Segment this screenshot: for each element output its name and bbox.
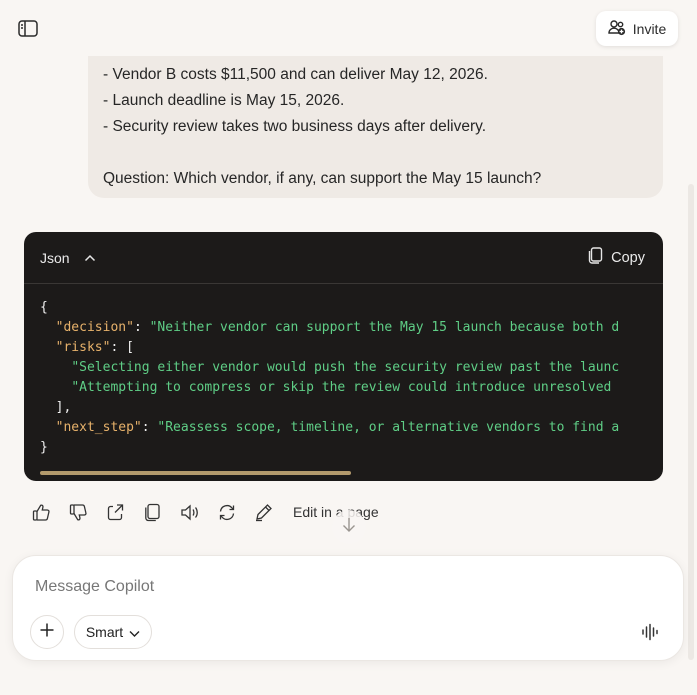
add-person-icon bbox=[608, 19, 626, 39]
code-line: "decision": "Neither vendor can support … bbox=[55, 320, 620, 335]
code-line: "risks": [ bbox=[55, 340, 134, 355]
voice-input-icon[interactable] bbox=[639, 620, 663, 644]
code-line: "next_step": "Reassess scope, timeline, … bbox=[55, 420, 620, 435]
mode-label: Smart bbox=[85, 624, 124, 640]
code-block-header: Json Copy bbox=[24, 232, 663, 284]
code-block: Json Copy { "decision": "Neither vendor … bbox=[24, 232, 663, 481]
message-line: - Security review takes two business day… bbox=[103, 118, 487, 135]
chevron-down-icon bbox=[129, 624, 140, 640]
code-line: "Attempting to compress or skip the revi… bbox=[71, 380, 612, 395]
user-message-bubble: - Vendor B costs $11,500 and can deliver… bbox=[88, 56, 663, 198]
copy-icon[interactable] bbox=[141, 499, 164, 525]
regenerate-icon[interactable] bbox=[215, 499, 238, 525]
vertical-scrollbar[interactable] bbox=[688, 184, 694, 660]
code-language-label: Json bbox=[40, 249, 70, 266]
top-bar: Invite bbox=[0, 0, 697, 56]
message-line: - Vendor B costs $11,500 and can deliver… bbox=[103, 66, 488, 83]
thumbs-down-icon[interactable] bbox=[67, 499, 90, 525]
message-input[interactable] bbox=[35, 576, 635, 598]
arrow-down-icon bbox=[342, 517, 356, 538]
edit-page-icon[interactable] bbox=[252, 499, 275, 525]
mode-selector[interactable]: Smart bbox=[74, 615, 152, 649]
plus-icon bbox=[39, 622, 55, 643]
message-actions: Edit in a page bbox=[30, 498, 379, 526]
share-icon[interactable] bbox=[104, 499, 127, 525]
thumbs-up-icon[interactable] bbox=[30, 499, 53, 525]
code-line: "Selecting either vendor would push the … bbox=[71, 360, 620, 375]
horizontal-scrollbar[interactable] bbox=[40, 471, 351, 475]
chevron-up-icon[interactable] bbox=[84, 254, 96, 262]
message-line: - Launch deadline is May 15, 2026. bbox=[103, 92, 345, 109]
copy-icon bbox=[588, 247, 603, 268]
code-line: ], bbox=[55, 400, 72, 415]
code-line: } bbox=[40, 440, 48, 455]
code-content: { "decision": "Neither vendor can suppor… bbox=[24, 284, 663, 458]
message-composer: Smart bbox=[12, 555, 684, 661]
code-line: { bbox=[40, 300, 48, 315]
sidebar-toggle-icon[interactable] bbox=[16, 17, 40, 39]
scroll-to-bottom-button[interactable] bbox=[332, 510, 366, 544]
copy-label: Copy bbox=[611, 249, 645, 266]
speaker-icon[interactable] bbox=[178, 499, 201, 525]
copy-code-button[interactable]: Copy bbox=[588, 247, 645, 268]
invite-label: Invite bbox=[632, 20, 667, 37]
add-attachment-button[interactable] bbox=[30, 615, 64, 649]
invite-button[interactable]: Invite bbox=[596, 11, 678, 46]
message-question: Question: Which vendor, if any, can supp… bbox=[103, 170, 542, 187]
